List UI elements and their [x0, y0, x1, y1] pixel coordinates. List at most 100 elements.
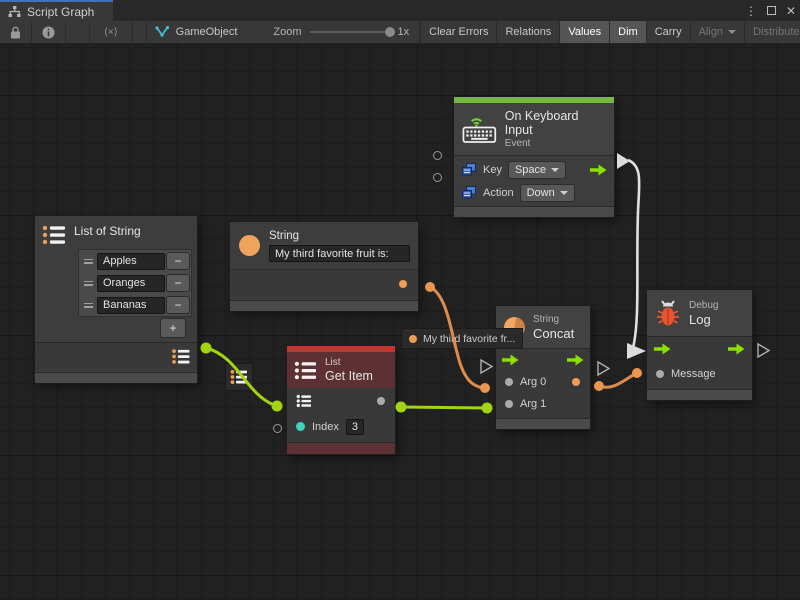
flow-output-port[interactable] [567, 354, 584, 366]
index-label: Index [312, 421, 339, 433]
remove-item-button[interactable]: − [167, 297, 189, 313]
window-menu-icon[interactable]: ⋮ [745, 5, 757, 17]
gameobject-target[interactable]: GameObject [147, 21, 246, 43]
arg0-label: Arg 0 [520, 376, 546, 388]
message-input-port[interactable] [656, 370, 664, 378]
maximize-icon[interactable] [767, 6, 776, 15]
node-footer [287, 442, 395, 454]
drag-handle-icon[interactable] [81, 303, 95, 308]
item-output-port[interactable] [377, 397, 385, 405]
string-value-input[interactable]: My third favorite fruit is: [269, 245, 410, 262]
string-icon [239, 235, 260, 256]
node-string-literal[interactable]: String My third favorite fruit is: [230, 222, 418, 311]
wire-dot[interactable] [201, 343, 212, 354]
zoom-value: 1x [398, 26, 410, 38]
string-type-dot [409, 335, 417, 343]
arg0-input-port[interactable] [505, 378, 513, 386]
list-items-panel: Apples − Oranges − Bananas − [79, 250, 191, 316]
button-label: Dim [618, 26, 638, 38]
node-list-of-string[interactable]: List of String Apples − Oranges − Banana… [35, 216, 197, 383]
wire-dot[interactable] [480, 383, 490, 393]
flow-wire-start-triangle[interactable] [617, 153, 630, 169]
arg1-input-port[interactable] [505, 400, 513, 408]
flow-port-triangle[interactable] [598, 362, 609, 375]
lock-button[interactable] [0, 21, 32, 43]
member-icon [462, 186, 476, 199]
message-label: Message [671, 368, 716, 380]
wire-concat-to-log [599, 374, 635, 387]
distribute-dropdown[interactable]: Distribute [745, 21, 800, 43]
node-get-item[interactable]: List Get Item Index 3 [287, 346, 395, 454]
flow-output-port[interactable] [728, 343, 745, 355]
node-on-keyboard-input[interactable]: On Keyboard Input Event Key Space [454, 97, 614, 217]
action-dropdown[interactable]: Down [521, 185, 574, 201]
info-icon [42, 26, 55, 39]
graph-canvas[interactable]: On Keyboard Input Event Key Space [0, 44, 800, 600]
index-value-input[interactable]: 3 [346, 419, 364, 435]
carry-button[interactable]: Carry [647, 21, 691, 43]
align-dropdown[interactable]: Align [691, 21, 745, 43]
wire-dot[interactable] [396, 402, 407, 413]
relations-button[interactable]: Relations [497, 21, 560, 43]
zoom-slider-handle[interactable] [385, 27, 395, 37]
graph-toolbar: ⟨×⟩ GameObject Zoom 1x Clear Errors Rela… [0, 21, 800, 44]
tab-bar: Script Graph ⋮ ✕ [0, 0, 800, 21]
node-concat[interactable]: String Concat Arg 0 Arg 1 [496, 306, 590, 429]
wire-dot[interactable] [272, 401, 283, 412]
values-button[interactable]: Values [560, 21, 610, 43]
lock-icon [10, 26, 21, 39]
flow-port-triangle[interactable] [758, 344, 769, 357]
remove-item-button[interactable]: − [167, 253, 189, 269]
node-category: Debug [689, 300, 718, 311]
node-title: Concat [533, 326, 574, 341]
wire-dot[interactable] [482, 403, 493, 414]
wire-dot[interactable] [594, 381, 604, 391]
zoom-label: Zoom [273, 26, 301, 38]
list-item-input[interactable]: Oranges [97, 275, 165, 292]
wire-dot[interactable] [632, 368, 642, 378]
action-port-label: Action [483, 187, 514, 199]
list-value-preview [226, 364, 252, 390]
chevron-down-icon [551, 168, 559, 172]
zoom-slider[interactable] [310, 31, 390, 33]
action-input-port[interactable] [433, 173, 442, 182]
key-input-port[interactable] [433, 151, 442, 160]
drag-handle-icon[interactable] [81, 259, 95, 264]
node-title: On Keyboard Input [505, 109, 606, 137]
tab-script-graph[interactable]: Script Graph [0, 0, 113, 21]
index-input-port[interactable] [296, 422, 305, 431]
string-output-port[interactable] [399, 280, 407, 288]
drag-handle-icon[interactable] [81, 281, 95, 286]
node-footer [35, 372, 197, 383]
flow-port-triangle[interactable] [481, 360, 492, 373]
key-dropdown[interactable]: Space [509, 162, 565, 178]
list-output-port[interactable] [171, 348, 191, 365]
index-external-port[interactable] [273, 424, 282, 433]
code-preview-button[interactable]: ⟨×⟩ [90, 21, 133, 43]
remove-item-button[interactable]: − [167, 275, 189, 291]
node-title: List of String [74, 224, 191, 238]
arg1-label: Arg 1 [520, 398, 546, 410]
zoom-control: Zoom 1x [263, 21, 419, 43]
info-button[interactable] [32, 21, 66, 43]
button-label: Carry [655, 26, 682, 38]
dim-button[interactable]: Dim [610, 21, 647, 43]
clear-errors-button[interactable]: Clear Errors [420, 21, 497, 43]
close-icon[interactable]: ✕ [786, 5, 796, 17]
gameobject-label: GameObject [176, 26, 238, 38]
node-debug-log[interactable]: Debug Log Message [647, 290, 752, 400]
list-item-input[interactable]: Bananas [97, 297, 165, 314]
list-icon [42, 224, 66, 246]
list-icon [294, 360, 317, 381]
trigger-output-port[interactable] [590, 164, 607, 176]
result-output-port[interactable] [572, 378, 580, 386]
list-input-port[interactable] [296, 394, 312, 408]
flow-input-port[interactable] [502, 354, 519, 366]
button-label: Distribute [753, 26, 799, 38]
wire-dot[interactable] [425, 282, 435, 292]
add-item-button[interactable]: + [161, 319, 185, 337]
code-icon: ⟨×⟩ [104, 27, 118, 38]
flow-input-port[interactable] [654, 343, 671, 355]
gameobject-icon [155, 26, 169, 38]
list-item-input[interactable]: Apples [97, 253, 165, 270]
